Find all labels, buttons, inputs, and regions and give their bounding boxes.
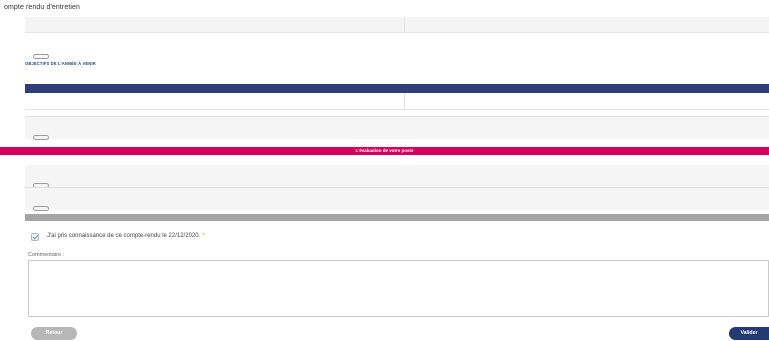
objectives-table-header xyxy=(25,84,769,93)
table-row xyxy=(25,93,769,110)
skills-banner xyxy=(25,214,769,221)
acknowledgement-label: J'ai pris connaissance de ce compte-rend… xyxy=(47,233,205,239)
objectives-bullet: · xyxy=(25,68,27,72)
comment-textarea[interactable] xyxy=(28,260,769,317)
strengths-box xyxy=(25,165,769,189)
back-button[interactable]: Retour xyxy=(31,327,77,340)
column-divider xyxy=(404,17,405,33)
comment-label: Commentaire : xyxy=(28,252,65,258)
improvements-pill xyxy=(33,206,49,212)
objectives-heading: OBJECTIFS DE L'ANNÉE À VENIR xyxy=(25,61,96,66)
page-title: ompte rendu d'entretien xyxy=(4,4,81,11)
objectives-synthesis-field xyxy=(33,129,51,147)
previous-table-row xyxy=(25,17,769,33)
required-star: * xyxy=(202,233,205,239)
post-evaluation-banner: L'évaluation de votre poste xyxy=(0,147,769,155)
objectives-synthesis-box xyxy=(25,117,769,141)
column-divider xyxy=(404,93,405,110)
acknowledgement-checkbox[interactable] xyxy=(31,233,39,241)
objectives-synthesis-pill xyxy=(33,135,49,141)
acknowledgement-text: J'ai pris connaissance de ce compte-rend… xyxy=(47,233,201,239)
submit-button[interactable]: Valider xyxy=(729,327,769,340)
previous-synthesis-pill xyxy=(33,54,49,60)
improvements-box xyxy=(25,188,769,212)
